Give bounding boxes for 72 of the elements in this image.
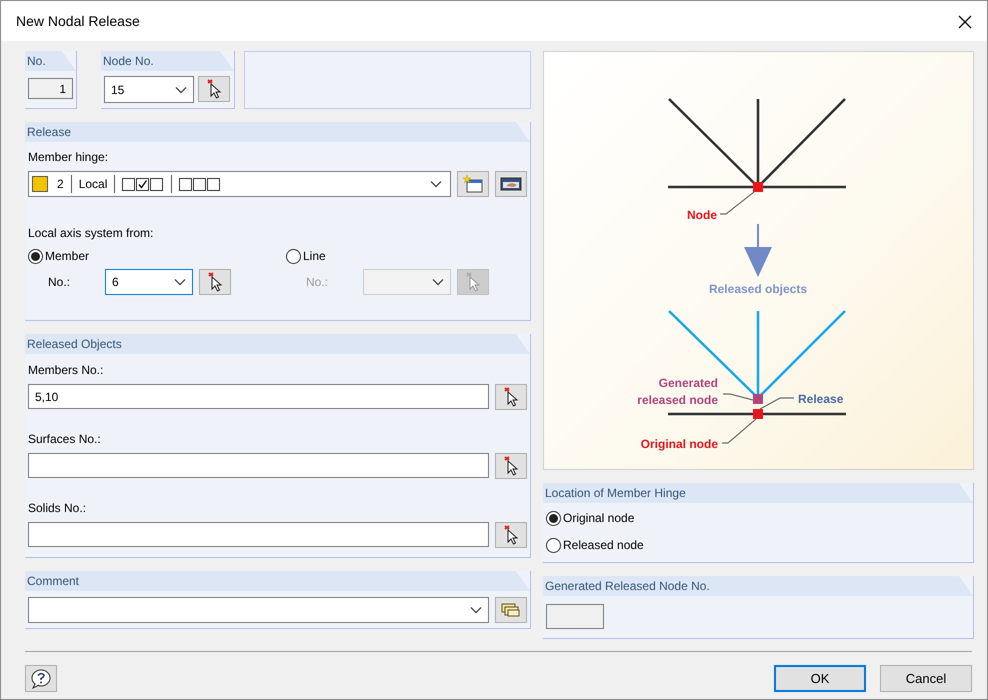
field-label: Members No.:: [28, 362, 104, 379]
option-label[interactable]: Released node: [563, 536, 644, 554]
cursor-icon: [206, 272, 224, 292]
caret-icon: [470, 606, 482, 614]
new-hinge-button[interactable]: [457, 171, 489, 197]
released-node-marker: [753, 394, 763, 404]
dialog-edit-icon: [500, 176, 522, 192]
radio-button[interactable]: [546, 538, 561, 552]
help-icon: [30, 668, 52, 688]
library-button[interactable]: [495, 597, 527, 623]
released-objects-label: Released objects: [708, 282, 808, 296]
window-title: New Nodal Release: [16, 12, 140, 30]
text-field[interactable]: 5,10: [28, 384, 489, 409]
node-marker: [753, 182, 763, 192]
generated-node-field: [546, 604, 604, 629]
field-label: Surfaces No.:: [28, 431, 102, 448]
leader-line: [722, 394, 754, 400]
radio-button[interactable]: [28, 248, 43, 264]
field-label: Member hinge:: [28, 149, 110, 166]
pick-button[interactable]: [199, 269, 231, 295]
cursor-icon: [502, 387, 520, 407]
section-title: Location of Member Hinge: [543, 483, 973, 503]
original-node-marker: [753, 409, 763, 419]
dialog-button[interactable]: OK: [774, 665, 866, 692]
option-label[interactable]: Member: [45, 247, 90, 265]
option-label[interactable]: Original node: [563, 509, 634, 527]
section-title: No.: [25, 51, 76, 71]
pick-button[interactable]: [495, 453, 527, 479]
axis-dropdown[interactable]: 6: [105, 269, 193, 295]
cursor-icon: [502, 525, 520, 545]
pick-button[interactable]: [495, 522, 527, 548]
release-label: Release: [798, 392, 844, 406]
hinge-system: Local: [78, 176, 108, 193]
original-node-label: Original node: [640, 437, 718, 451]
node-dropdown[interactable]: 15: [104, 76, 194, 103]
close-icon: [958, 14, 972, 29]
section-title: Generated Released Node No.: [543, 576, 973, 596]
caret-icon: [175, 86, 187, 94]
leader-line: [722, 418, 756, 444]
leader-line: [720, 192, 754, 214]
caret-icon: [430, 180, 442, 188]
radio-button[interactable]: [546, 510, 561, 526]
new-window-icon: [462, 175, 484, 193]
leader-line: [760, 398, 794, 410]
stacked-windows-icon: [501, 602, 521, 618]
text-field[interactable]: [28, 522, 489, 547]
node-label: Node: [687, 208, 717, 222]
dialog-button[interactable]: Cancel: [880, 665, 972, 692]
cursor-icon: [205, 79, 223, 99]
field-label: No.:: [306, 274, 330, 291]
cursor-icon: [502, 456, 520, 476]
hinge-number: 2: [57, 176, 64, 193]
field-label: No.:: [48, 274, 72, 291]
text-field[interactable]: [28, 453, 489, 478]
caret-icon: [432, 278, 444, 286]
caret-icon: [174, 278, 186, 286]
down-arrow-icon: [744, 224, 772, 277]
section-title: Release: [25, 122, 530, 142]
comment-dropdown[interactable]: [28, 597, 489, 623]
number-field: 1: [28, 78, 73, 99]
member-hinge-dropdown[interactable]: 2 Local: [28, 171, 451, 197]
generated-node-label: Generated released node: [637, 376, 718, 407]
edit-hinge-button[interactable]: [495, 171, 527, 197]
section-title: Node No.: [101, 51, 234, 71]
cursor-icon: [464, 272, 482, 292]
pick-button[interactable]: [198, 76, 230, 102]
section-title: Comment: [25, 571, 530, 591]
pick-button[interactable]: [495, 384, 527, 410]
field-label: Local axis system from:: [28, 225, 154, 242]
section-title: Released Objects: [25, 334, 530, 354]
help-button[interactable]: [25, 665, 57, 692]
field-label: Solids No.:: [28, 500, 88, 517]
